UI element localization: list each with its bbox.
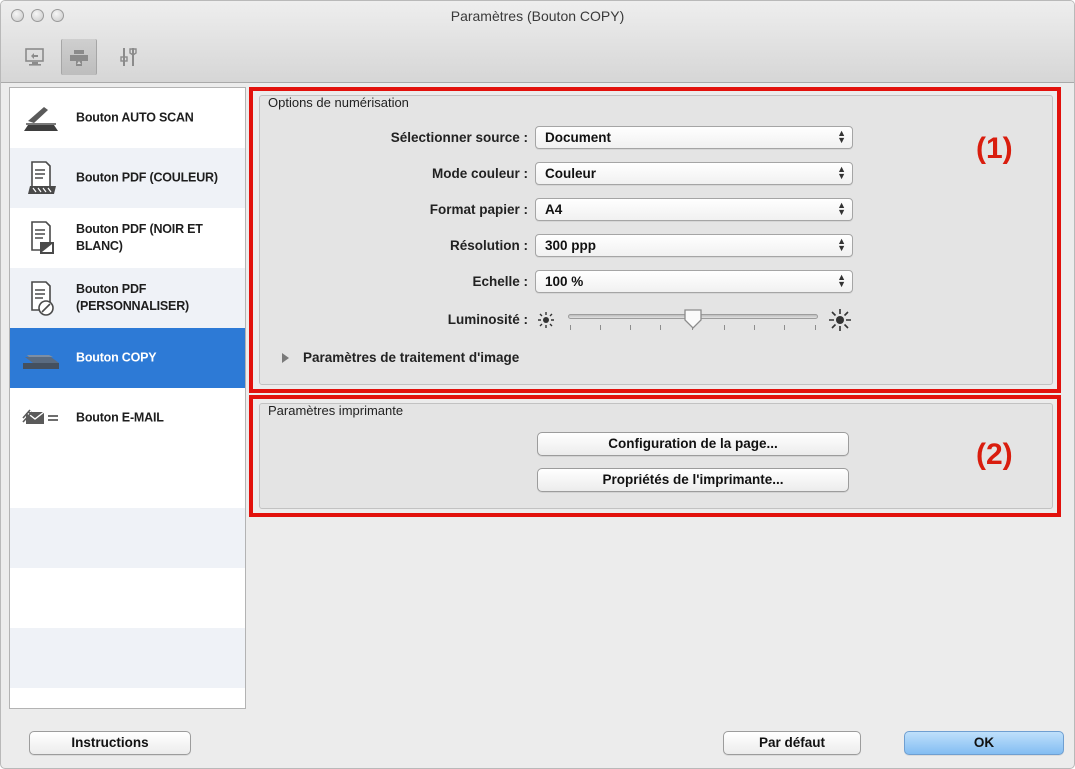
printer-settings-title: Paramètres imprimante xyxy=(268,403,404,418)
scanner-button-list: Bouton AUTO SCAN Bouton PDF (COULEUR) Bo… xyxy=(9,87,246,709)
color-mode-value: Couleur xyxy=(545,166,597,181)
brightness-row: Luminosité : xyxy=(260,308,1054,332)
sidebar-item-label: Bouton E-MAIL xyxy=(76,410,164,425)
printer-settings-group: Paramètres imprimante Configuration de l… xyxy=(259,403,1053,509)
scan-options-group: Options de numérisation Sélectionner sou… xyxy=(259,95,1053,385)
image-processing-label: Paramètres de traitement d'image xyxy=(303,350,520,365)
sidebar-item-pdf-color[interactable]: Bouton PDF (COULEUR) xyxy=(10,148,245,208)
paper-size-row: Format papier : A4 ▲ ▼ xyxy=(260,198,1054,222)
color-mode-select[interactable]: Couleur ▲ ▼ xyxy=(535,162,853,185)
select-arrows-icon: ▲ ▼ xyxy=(837,200,846,217)
scale-select[interactable]: 100 % ▲ ▼ xyxy=(535,270,853,293)
empty-row xyxy=(10,448,245,508)
sidebar-item-pdf-bw[interactable]: Bouton PDF (NOIR ET BLANC) xyxy=(10,208,245,268)
resolution-select[interactable]: 300 ppp ▲ ▼ xyxy=(535,234,853,257)
source-label: Sélectionner source : xyxy=(390,130,528,145)
paper-size-select[interactable]: A4 ▲ ▼ xyxy=(535,198,853,221)
empty-row xyxy=(10,568,245,628)
brightness-label: Luminosité : xyxy=(447,312,528,327)
paper-size-value: A4 xyxy=(545,202,563,217)
sidebar-item-auto-scan[interactable]: Bouton AUTO SCAN xyxy=(10,88,245,148)
brightness-slider-thumb[interactable] xyxy=(683,308,703,330)
general-settings-icon xyxy=(120,48,137,66)
copy-icon xyxy=(20,338,64,378)
sidebar-item-pdf-custom[interactable]: Bouton PDF (PERSONNALISER) xyxy=(10,268,245,328)
resolution-row: Résolution : 300 ppp ▲ ▼ xyxy=(260,234,1054,258)
auto-scan-icon xyxy=(20,98,64,138)
slider-tick xyxy=(784,325,785,330)
settings-window: Paramètres (Bouton COPY) Bouton AUTO SCA… xyxy=(0,0,1075,769)
email-icon xyxy=(20,398,64,438)
sidebar-item-label: Bouton PDF (COULEUR) xyxy=(76,170,218,185)
brightness-slider[interactable] xyxy=(568,308,818,332)
resolution-label: Résolution : xyxy=(450,238,528,253)
scale-value: 100 % xyxy=(545,274,584,289)
select-arrows-icon: ▲ ▼ xyxy=(837,128,846,145)
scan-options-title: Options de numérisation xyxy=(268,95,409,110)
source-select[interactable]: Document ▲ ▼ xyxy=(535,126,853,149)
callout-label-1: (1) xyxy=(976,132,1013,165)
title-bar: Paramètres (Bouton COPY) xyxy=(1,1,1074,83)
slider-tick xyxy=(600,325,601,330)
pdf-color-icon xyxy=(20,158,64,198)
pdf-bw-icon xyxy=(20,218,64,258)
printer-properties-button[interactable]: Propriétés de l'imprimante... xyxy=(537,468,849,492)
slider-tick xyxy=(754,325,755,330)
pdf-custom-icon xyxy=(20,278,64,318)
slider-tick xyxy=(815,325,816,330)
slider-tick xyxy=(570,325,571,330)
sidebar-item-label: Bouton PDF (NOIR ET BLANC) xyxy=(76,222,203,253)
printer-scan-icon xyxy=(70,50,88,66)
select-arrows-icon: ▲ ▼ xyxy=(837,236,846,253)
sidebar-item-label: Bouton AUTO SCAN xyxy=(76,110,194,125)
paper-size-label: Format papier : xyxy=(429,202,528,217)
sidebar-item-label: Bouton COPY xyxy=(76,350,157,365)
tab-general-settings[interactable] xyxy=(111,39,147,75)
slider-tick xyxy=(660,325,661,330)
source-value: Document xyxy=(545,130,612,145)
computer-scan-icon xyxy=(25,48,44,66)
sun-dim-icon xyxy=(538,312,554,328)
image-processing-disclosure[interactable]: Paramètres de traitement d'image xyxy=(282,350,519,365)
disclosure-triangle-icon xyxy=(282,353,289,363)
default-button[interactable]: Par défaut xyxy=(723,731,861,755)
instructions-button[interactable]: Instructions xyxy=(29,731,191,755)
source-row: Sélectionner source : Document ▲ ▼ xyxy=(260,126,1054,150)
sidebar-item-label: Bouton PDF (PERSONNALISER) xyxy=(76,282,189,313)
color-mode-row: Mode couleur : Couleur ▲ ▼ xyxy=(260,162,1054,186)
page-setup-button[interactable]: Configuration de la page... xyxy=(537,432,849,456)
sidebar-item-copy[interactable]: Bouton COPY xyxy=(10,328,245,388)
select-arrows-icon: ▲ ▼ xyxy=(837,272,846,289)
empty-row xyxy=(10,508,245,568)
ok-button[interactable]: OK xyxy=(904,731,1064,755)
resolution-value: 300 ppp xyxy=(545,238,597,253)
slider-tick xyxy=(630,325,631,330)
tab-scan-from-computer[interactable] xyxy=(17,39,53,75)
slider-tick xyxy=(724,325,725,330)
callout-label-2: (2) xyxy=(976,438,1013,471)
scale-row: Echelle : 100 % ▲ ▼ xyxy=(260,270,1054,294)
select-arrows-icon: ▲ ▼ xyxy=(837,164,846,181)
window-title: Paramètres (Bouton COPY) xyxy=(450,8,625,24)
sidebar-item-email[interactable]: Bouton E-MAIL xyxy=(10,388,245,448)
empty-row xyxy=(10,628,245,688)
tab-scan-from-panel[interactable] xyxy=(61,39,97,75)
scale-label: Echelle : xyxy=(472,274,528,289)
color-mode-label: Mode couleur : xyxy=(431,166,528,181)
sun-bright-icon xyxy=(829,309,851,331)
